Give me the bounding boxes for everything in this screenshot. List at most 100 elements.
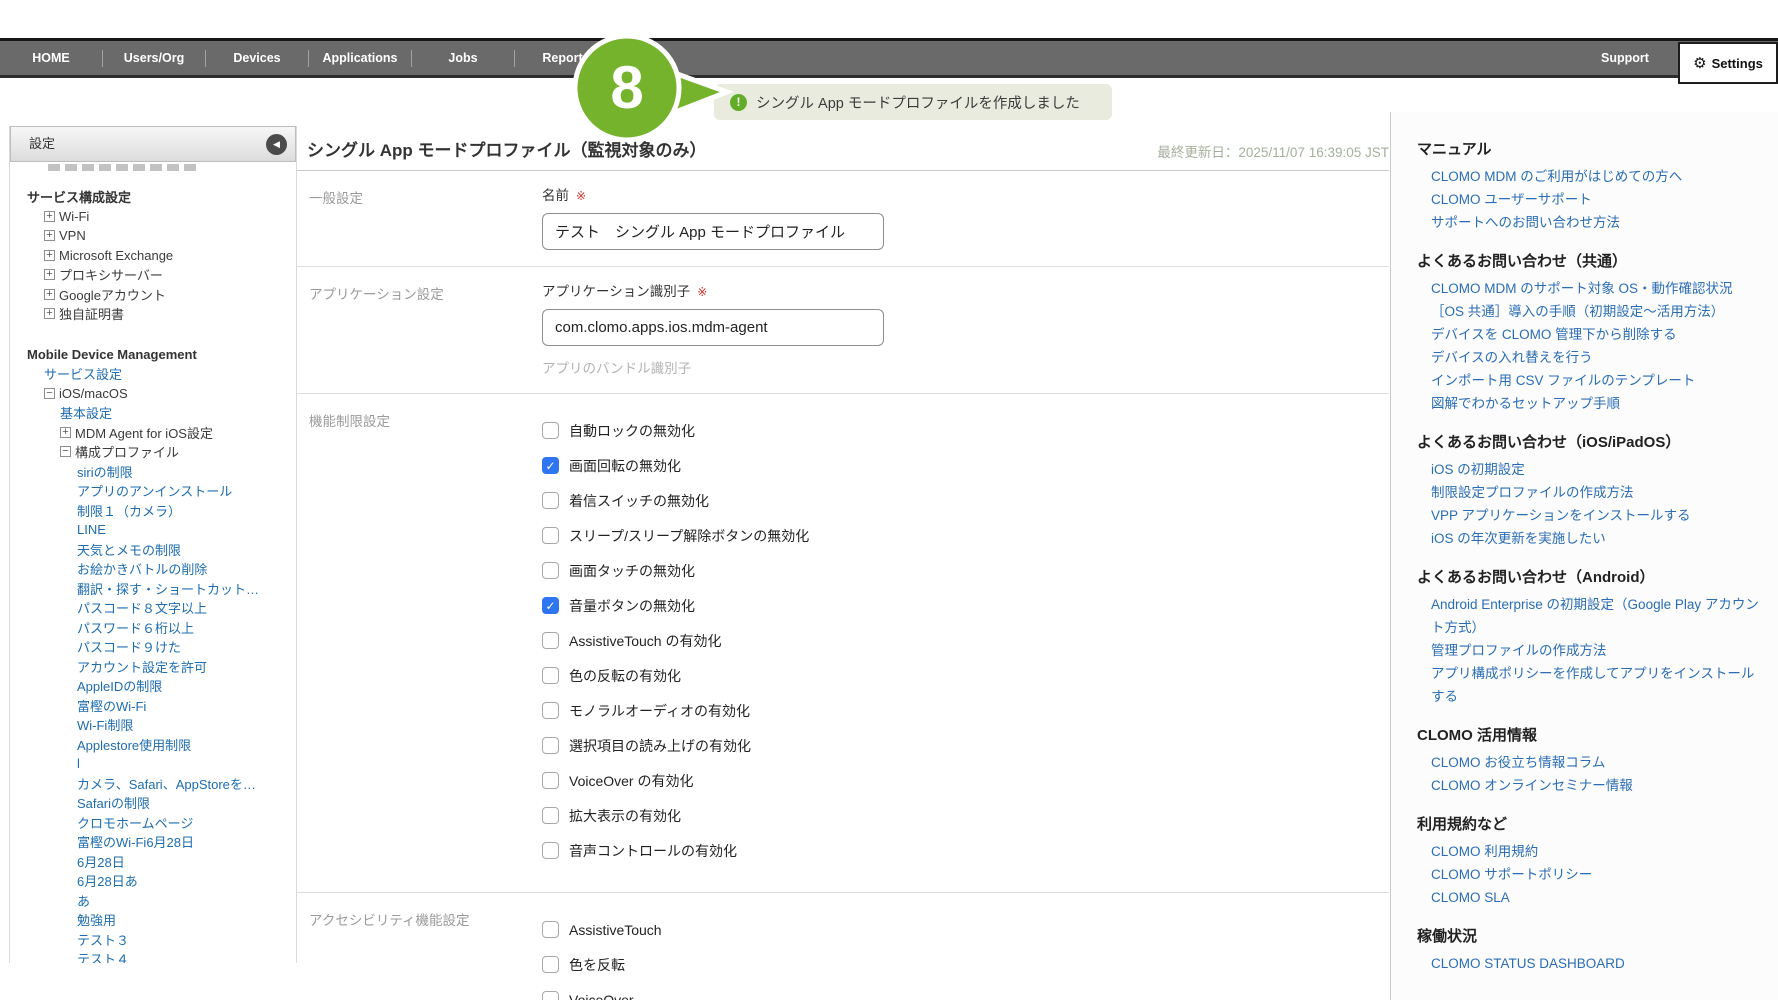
help-link[interactable]: Android Enterprise の初期設定（Google Play アカウ… [1417, 593, 1762, 639]
tree-item-item[interactable]: −構成プロファイル [10, 442, 296, 462]
expand-icon[interactable]: + [44, 308, 55, 319]
tree-item-item[interactable]: パスコード８文字以上 [10, 598, 296, 618]
tree-item-wi-fi6-28[interactable]: 富樫のWi-Fi6月28日 [10, 832, 296, 852]
tree-item-item[interactable]: パスコード９けた [10, 637, 296, 657]
expand-icon[interactable]: + [44, 289, 55, 300]
checkbox[interactable] [542, 807, 559, 824]
tree-item-item[interactable]: 天気とメモの制限 [10, 540, 296, 560]
checkbox[interactable]: ✓ [542, 457, 559, 474]
help-link[interactable]: CLOMO MDM のサポート対象 OS・動作確認状況 [1417, 277, 1762, 300]
nav-tab-jobs[interactable]: Jobs [412, 51, 514, 65]
help-link[interactable]: デバイスの入れ替えを行う [1417, 346, 1762, 369]
tree-item-wi-fi[interactable]: 富樫のWi-Fi [10, 696, 296, 716]
help-link[interactable]: 制限設定プロファイルの作成方法 [1417, 481, 1762, 504]
tree-item-item[interactable]: 制限１（カメラ） [10, 501, 296, 521]
tree-item-item[interactable]: テスト３ [10, 930, 296, 950]
checkbox[interactable] [542, 632, 559, 649]
checkbox[interactable] [542, 492, 559, 509]
tree-item-microsoft-exchange[interactable]: +Microsoft Exchange [10, 246, 296, 266]
tree-item-item[interactable]: アカウント設定を許可 [10, 657, 296, 677]
tree-item-applestore[interactable]: Applestore使用制限 [10, 735, 296, 755]
checkbox[interactable] [542, 921, 559, 938]
nav-tab-applications[interactable]: Applications [309, 51, 411, 65]
checkbox[interactable] [542, 562, 559, 579]
help-link[interactable]: アプリ構成ポリシーを作成してアプリをインストールする [1417, 662, 1762, 708]
checkbox-label: 画面タッチの無効化 [569, 561, 695, 581]
expand-icon[interactable]: + [44, 230, 55, 241]
tree-item-item[interactable]: +プロキシサーバー [10, 265, 296, 285]
tree-item-safari[interactable]: Safariの制限 [10, 793, 296, 813]
checkbox[interactable] [542, 702, 559, 719]
checkbox[interactable] [542, 422, 559, 439]
help-link[interactable]: サポートへのお問い合わせ方法 [1417, 211, 1762, 234]
checkbox[interactable] [542, 991, 559, 1000]
help-link[interactable]: 図解でわかるセットアップ手順 [1417, 392, 1762, 415]
checkbox[interactable]: ✓ [542, 597, 559, 614]
checkbox[interactable] [542, 772, 559, 789]
nav-tab-users-org[interactable]: Users/Org [103, 51, 205, 65]
tree-item-item[interactable]: お絵かきバトルの削除 [10, 559, 296, 579]
expand-icon[interactable]: + [44, 211, 55, 222]
tree-item-item[interactable]: サービス設定 [10, 364, 296, 384]
checkbox[interactable] [542, 737, 559, 754]
profile-name-input[interactable] [542, 213, 884, 250]
tree-item-item[interactable]: テスト４ [10, 949, 296, 963]
tree-item-label: テスト３ [77, 930, 129, 949]
tree-item-wi-fi[interactable]: +Wi-Fi [10, 207, 296, 227]
tree-item-6-28[interactable]: 6月28日 [10, 852, 296, 872]
checkbox[interactable] [542, 667, 559, 684]
tree-item-safari-appstore[interactable]: カメラ、Safari、AppStoreを… [10, 774, 296, 794]
help-link[interactable]: CLOMO オンラインセミナー情報 [1417, 774, 1762, 797]
tree-item-siri[interactable]: siriの制限 [10, 462, 296, 482]
tree-item-label: 基本設定 [60, 403, 112, 422]
nav-tab-settings[interactable]: ⚙ Settings [1678, 42, 1778, 84]
help-link[interactable]: CLOMO お役立ち情報コラム [1417, 751, 1762, 774]
tree-item-item[interactable]: パスワード６桁以上 [10, 618, 296, 638]
help-link[interactable]: iOS の初期設定 [1417, 458, 1762, 481]
tree-item-vpn[interactable]: +VPN [10, 226, 296, 246]
help-link[interactable]: CLOMO MDM のご利用がはじめての方へ [1417, 165, 1762, 188]
collapse-icon[interactable]: − [44, 388, 55, 399]
tree-item-item[interactable]: 基本設定 [10, 403, 296, 423]
expand-icon[interactable]: + [44, 250, 55, 261]
checkbox[interactable] [542, 956, 559, 973]
nav-tab-devices[interactable]: Devices [206, 51, 308, 65]
tree-item-item[interactable]: +独自証明書 [10, 304, 296, 324]
checkbox[interactable] [542, 842, 559, 859]
tree-item-6-28[interactable]: 6月28日あ [10, 871, 296, 891]
tree-item-google[interactable]: +Googleアカウント [10, 285, 296, 305]
help-link[interactable]: インポート用 CSV ファイルのテンプレート [1417, 369, 1762, 392]
help-link[interactable]: CLOMO STATUS DASHBOARD [1417, 952, 1762, 975]
profile-form: 一般設定名前※アプリケーション設定アプリケーション識別子※アプリのバンドル識別子… [297, 171, 1389, 1000]
help-link[interactable]: CLOMO 利用規約 [1417, 840, 1762, 863]
help-link[interactable]: 管理プロファイルの作成方法 [1417, 639, 1762, 662]
tree-item-item[interactable]: クロモホームページ [10, 813, 296, 833]
help-link[interactable]: CLOMO SLA [1417, 886, 1762, 909]
help-link[interactable]: CLOMO ユーザーサポート [1417, 188, 1762, 211]
app-identifier-input[interactable] [542, 309, 884, 346]
tree-item-label: l [77, 756, 80, 771]
nav-tab-support[interactable]: Support [1585, 41, 1665, 75]
help-link[interactable]: VPP アプリケーションをインストールする [1417, 504, 1762, 527]
tree-item-item[interactable]: あ [10, 891, 296, 911]
help-link[interactable]: ［OS 共通］導入の手順（初期設定～活用方法） [1417, 300, 1762, 323]
help-link[interactable]: iOS の年次更新を実施したい [1417, 527, 1762, 550]
sidebar-collapse-button[interactable]: ◀ [266, 134, 287, 155]
tree-item-item[interactable]: 勉強用 [10, 910, 296, 930]
collapse-icon[interactable]: − [60, 446, 71, 457]
tree-item-item[interactable]: 翻訳・探す・ショートカット… [10, 579, 296, 599]
expand-icon[interactable]: + [60, 427, 71, 438]
tree-item-mdm-agent-for-ios[interactable]: +MDM Agent for iOS設定 [10, 423, 296, 443]
help-link[interactable]: CLOMO サポートポリシー [1417, 863, 1762, 886]
checkbox[interactable] [542, 527, 559, 544]
tree-item-appleid[interactable]: AppleIDの制限 [10, 676, 296, 696]
tree-item-l[interactable]: l [10, 754, 296, 774]
tree-item-ios-macos[interactable]: −iOS/macOS [10, 384, 296, 404]
help-link[interactable]: デバイスを CLOMO 管理下から削除する [1417, 323, 1762, 346]
tree-item-wi-fi[interactable]: Wi-Fi制限 [10, 715, 296, 735]
checkbox-label: 画面回転の無効化 [569, 456, 681, 476]
nav-tab-home[interactable]: HOME [0, 51, 102, 65]
tree-item-item[interactable]: アプリのアンインストール [10, 481, 296, 501]
expand-icon[interactable]: + [44, 269, 55, 280]
tree-item-line[interactable]: LINE [10, 520, 296, 540]
